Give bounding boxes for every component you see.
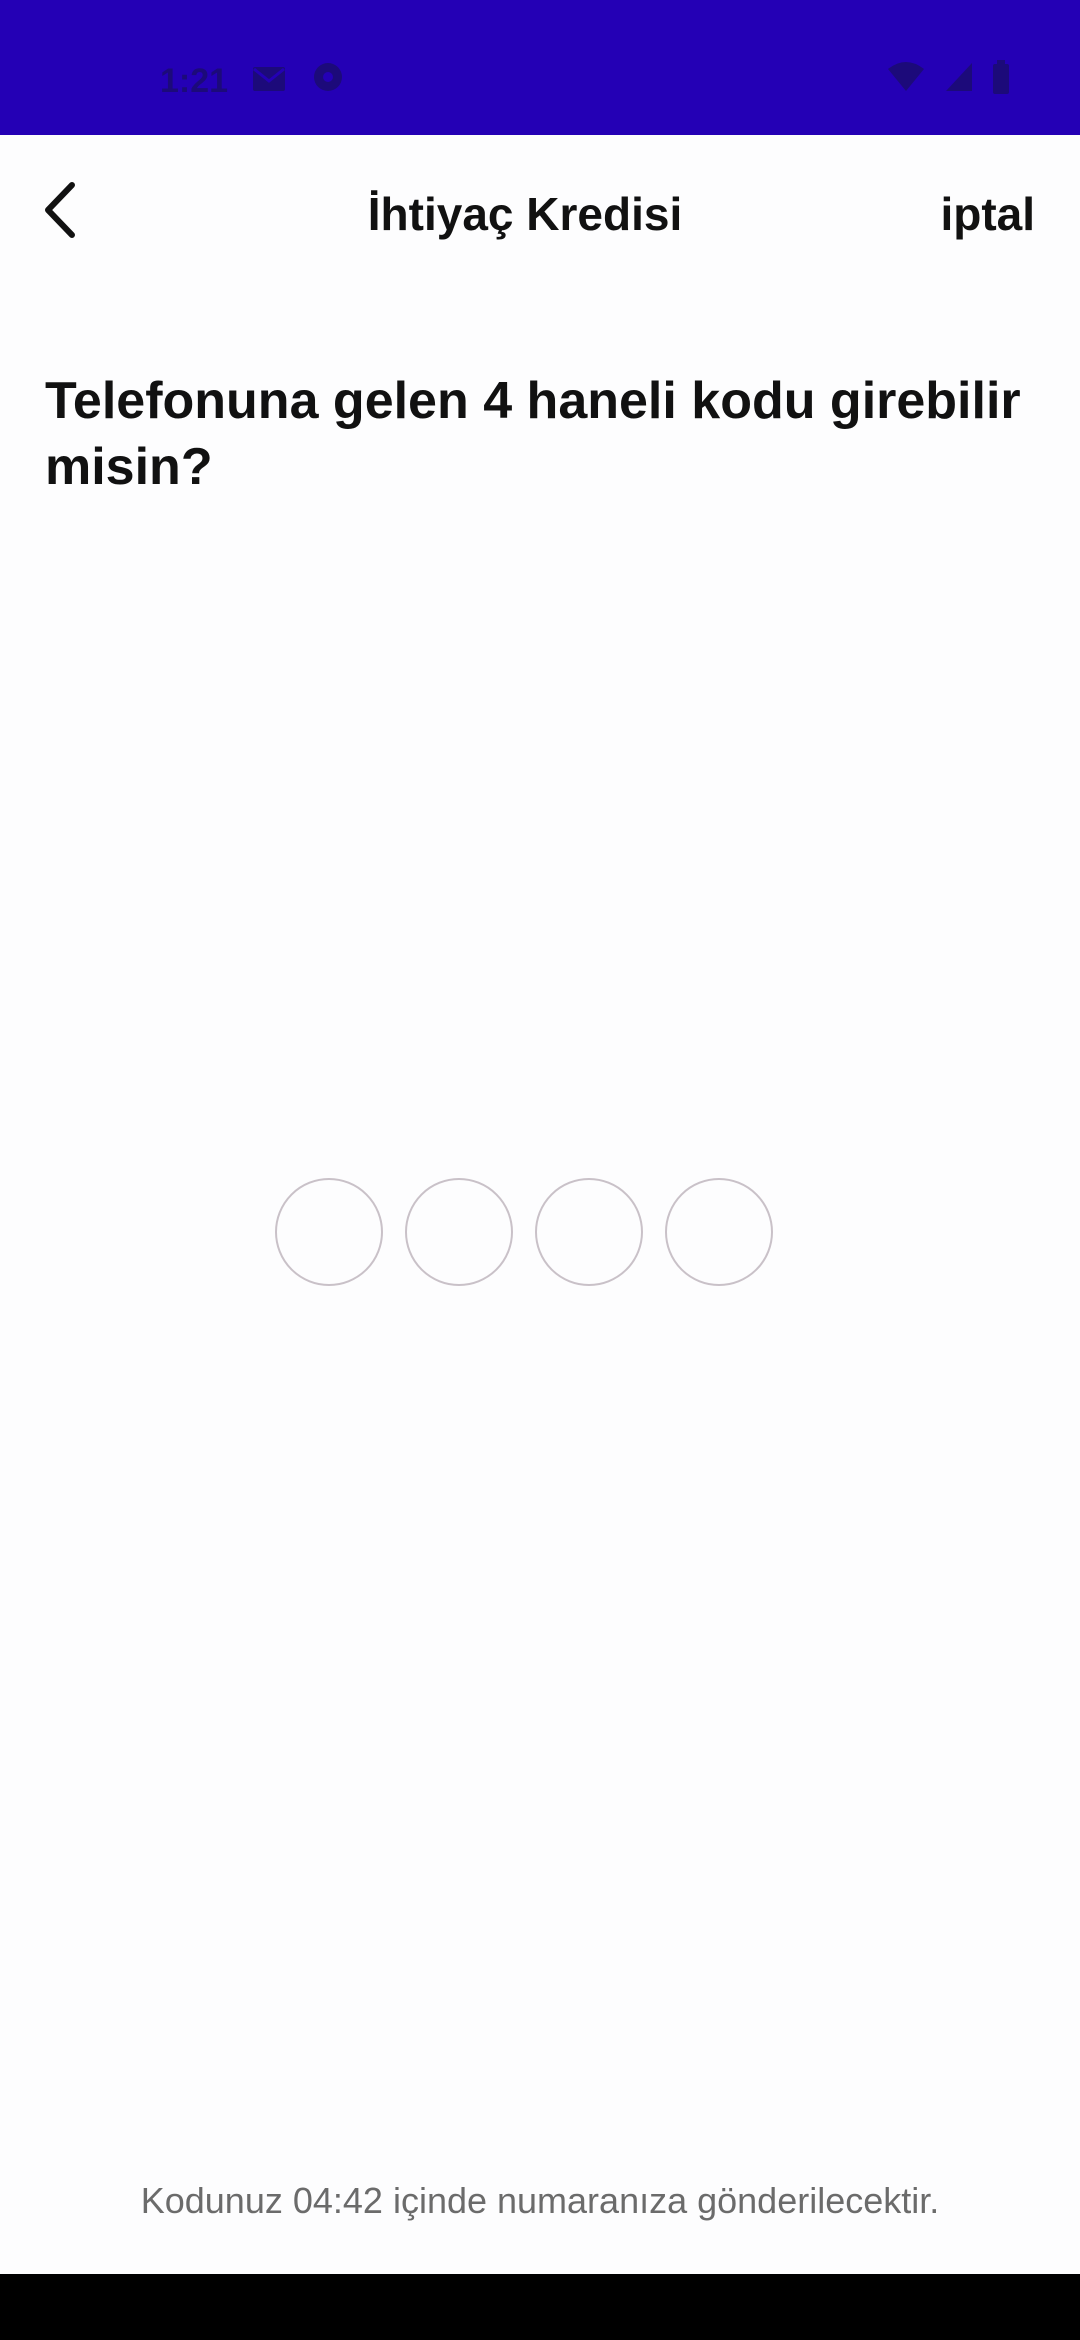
app-header: İhtiyaç Kredisi iptal: [0, 135, 1080, 295]
status-left: 1:21: [160, 60, 346, 103]
otp-digit-2[interactable]: [405, 1178, 513, 1286]
notification-icon: [310, 60, 346, 103]
otp-digit-3[interactable]: [535, 1178, 643, 1286]
system-nav-bar: [0, 2274, 1080, 2340]
code-timer-text: Kodunuz 04:42 içinde numaranıza gönderil…: [140, 2180, 940, 2221]
battery-icon: [992, 60, 1010, 99]
wifi-icon: [886, 61, 926, 98]
signal-icon: [944, 61, 974, 98]
otp-digit-4[interactable]: [665, 1178, 773, 1286]
otp-input-row[interactable]: [275, 1178, 773, 1286]
status-bar: 1:21: [0, 0, 1080, 135]
page-title: İhtiyaç Kredisi: [367, 188, 683, 240]
status-time: 1:21: [160, 62, 229, 100]
status-right: [886, 60, 1010, 99]
otp-question: Telefonuna gelen 4 haneli kodu girebilir…: [45, 372, 1021, 496]
otp-screen: 1:21 İhtiyaç Kredisi iptal Telefonuna ge…: [0, 0, 1080, 2340]
gmail-icon: [252, 62, 286, 101]
cancel-button[interactable]: iptal: [940, 187, 1035, 241]
otp-digit-1[interactable]: [275, 1178, 383, 1286]
